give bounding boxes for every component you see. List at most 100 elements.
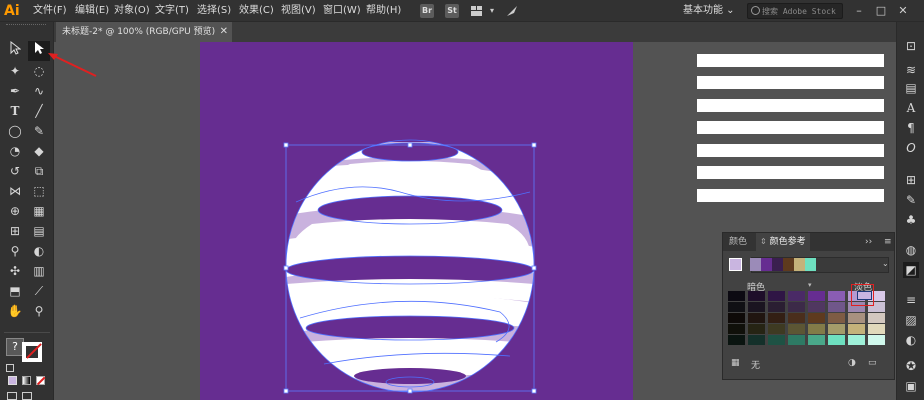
- graphic-styles-icon[interactable]: ▣: [903, 378, 919, 394]
- gradient-mode-icon[interactable]: [22, 376, 31, 385]
- color-icon[interactable]: ◍: [903, 242, 919, 258]
- harmony-color[interactable]: [772, 258, 783, 271]
- artboard-tool-icon[interactable]: ⬒: [4, 281, 26, 301]
- document-tab[interactable]: 未标题-2* @ 100% (RGB/GPU 预览) ✕: [56, 22, 232, 42]
- artboard[interactable]: [200, 42, 633, 400]
- stripe-shape[interactable]: [697, 99, 884, 112]
- stripe-shape[interactable]: [697, 189, 884, 202]
- free-transform-tool-icon[interactable]: ⬚: [28, 181, 50, 201]
- gradient-icon[interactable]: ▨: [903, 312, 919, 328]
- menu-effect[interactable]: 效果(C): [239, 0, 274, 22]
- stripe-shape[interactable]: [697, 166, 884, 179]
- variation-swatch[interactable]: [828, 302, 845, 312]
- variation-swatch[interactable]: [808, 291, 825, 301]
- menu-window[interactable]: 窗口(W): [323, 0, 361, 22]
- libraries-icon[interactable]: ▤: [903, 80, 919, 96]
- menu-object[interactable]: 对象(O): [114, 0, 150, 22]
- tab-color-guide[interactable]: ⇕ 颜色参考: [756, 233, 810, 251]
- panel-grip[interactable]: [6, 24, 46, 28]
- variation-swatch[interactable]: [768, 335, 785, 345]
- striped-sphere-artwork[interactable]: [200, 42, 633, 400]
- shaper-tool-icon[interactable]: ◔: [4, 141, 26, 161]
- direct-selection-tool-icon[interactable]: [28, 41, 50, 61]
- menu-help[interactable]: 帮助(H): [366, 0, 401, 22]
- mesh-tool-icon[interactable]: ⊞: [4, 221, 26, 241]
- close-tab-icon[interactable]: ✕: [220, 22, 228, 42]
- swatch-library-icon[interactable]: ▦: [731, 358, 740, 368]
- column-graph-tool-icon[interactable]: ▥: [28, 261, 50, 281]
- menu-edit[interactable]: 编辑(E): [75, 0, 109, 22]
- variation-swatch[interactable]: [728, 291, 745, 301]
- maximize-button[interactable]: □: [874, 0, 888, 22]
- minimize-button[interactable]: –: [852, 0, 866, 22]
- menu-select[interactable]: 选择(S): [197, 0, 231, 22]
- transparency-icon[interactable]: ◐: [903, 332, 919, 348]
- none-mode-icon[interactable]: [36, 376, 46, 385]
- app-logo[interactable]: Ai: [4, 1, 24, 21]
- panel-menu-icon[interactable]: ≡: [884, 233, 892, 251]
- harmony-color[interactable]: [750, 258, 761, 271]
- variation-swatch[interactable]: [868, 324, 885, 334]
- variation-swatch[interactable]: [728, 302, 745, 312]
- stripe-shape[interactable]: [697, 144, 884, 157]
- gpu-performance-icon[interactable]: [505, 4, 519, 18]
- opentype-icon[interactable]: O: [903, 140, 919, 156]
- eyedropper-tool-icon[interactable]: ⚲: [4, 241, 26, 261]
- paragraph-icon[interactable]: ¶: [903, 120, 919, 136]
- bridge-icon[interactable]: Br: [420, 4, 434, 18]
- zoom-tool-icon[interactable]: ⚲: [28, 301, 50, 321]
- variation-swatch[interactable]: [828, 313, 845, 323]
- hand-tool-icon[interactable]: ✋: [4, 301, 26, 321]
- variation-swatch[interactable]: [728, 335, 745, 345]
- menu-view[interactable]: 视图(V): [281, 0, 316, 22]
- screen-mode-icon[interactable]: [22, 392, 32, 400]
- workspace-switcher[interactable]: 基本功能 ⌄: [683, 0, 735, 22]
- stroke-icon[interactable]: ≡: [903, 292, 919, 308]
- image-trace-icon[interactable]: ⊞: [903, 172, 919, 188]
- harmony-color[interactable]: [794, 258, 805, 271]
- stock-icon[interactable]: St: [445, 4, 459, 18]
- variation-swatch[interactable]: [768, 291, 785, 301]
- layers-icon[interactable]: ≋: [903, 62, 919, 78]
- variation-swatch[interactable]: [848, 313, 865, 323]
- harmony-color[interactable]: [761, 258, 772, 271]
- close-button[interactable]: ✕: [896, 0, 910, 22]
- harmony-color[interactable]: [783, 258, 794, 271]
- variation-options-icon[interactable]: ▾: [808, 281, 812, 289]
- stock-search[interactable]: [747, 3, 843, 19]
- type-tool-icon[interactable]: T: [4, 101, 26, 121]
- draw-mode-icon[interactable]: [7, 392, 17, 400]
- chevron-down-icon[interactable]: ⌄: [882, 259, 889, 268]
- variation-swatch[interactable]: [748, 302, 765, 312]
- arrange-dropdown-icon[interactable]: ▾: [487, 4, 497, 18]
- arrange-documents-icon[interactable]: [470, 4, 484, 18]
- menu-type[interactable]: 文字(T): [155, 0, 189, 22]
- scale-tool-icon[interactable]: ⧉: [28, 161, 50, 181]
- pen-tool-icon[interactable]: ✒: [4, 81, 26, 101]
- variation-swatch[interactable]: [808, 313, 825, 323]
- search-input[interactable]: [762, 5, 840, 17]
- tab-color[interactable]: 颜色: [729, 233, 747, 251]
- blend-tool-icon[interactable]: ◐: [28, 241, 50, 261]
- stripe-shape[interactable]: [697, 76, 884, 89]
- variation-swatch[interactable]: [808, 324, 825, 334]
- variation-swatch[interactable]: [788, 324, 805, 334]
- eraser-tool-icon[interactable]: ◆: [28, 141, 50, 161]
- variation-swatch[interactable]: [748, 324, 765, 334]
- variation-swatch[interactable]: [868, 335, 885, 345]
- color-guide-icon[interactable]: ◩: [903, 262, 919, 278]
- curvature-tool-icon[interactable]: ∿: [28, 81, 50, 101]
- base-color-swatch[interactable]: [729, 258, 742, 271]
- variation-swatch[interactable]: [788, 313, 805, 323]
- variation-swatch[interactable]: [828, 291, 845, 301]
- variation-swatch[interactable]: [808, 335, 825, 345]
- line-segment-tool-icon[interactable]: ╱: [28, 101, 50, 121]
- slice-tool-icon[interactable]: ⟋: [28, 281, 50, 301]
- width-tool-icon[interactable]: ⋈: [4, 181, 26, 201]
- variation-swatch[interactable]: [728, 324, 745, 334]
- menu-file[interactable]: 文件(F): [33, 0, 67, 22]
- variation-swatch[interactable]: [828, 324, 845, 334]
- variation-swatch[interactable]: [848, 335, 865, 345]
- brushes-icon[interactable]: ✎: [903, 192, 919, 208]
- stroke-swatch[interactable]: [22, 342, 42, 362]
